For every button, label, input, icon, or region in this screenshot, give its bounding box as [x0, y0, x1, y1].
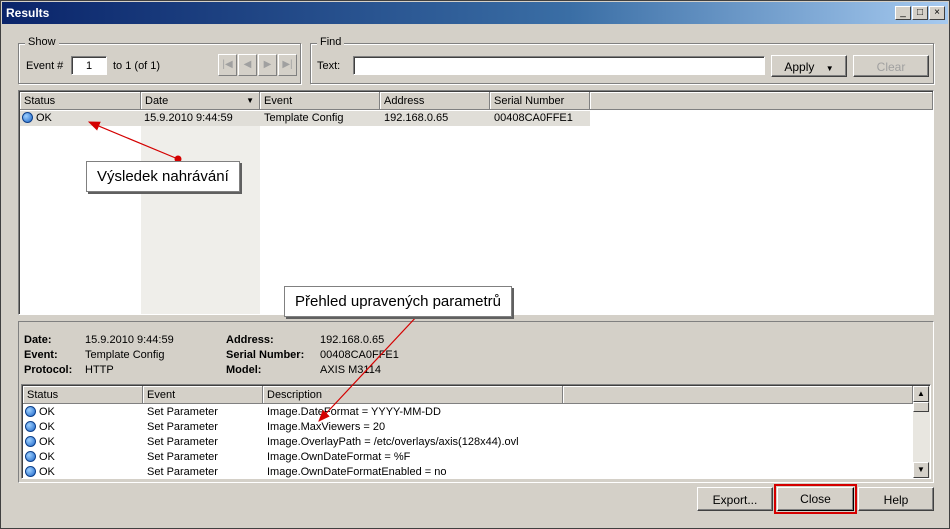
- callout-params-overview: Přehled upravených parametrů: [284, 286, 512, 317]
- callout-arrow-params: [318, 314, 419, 422]
- annotation-arrows: [87, 121, 422, 422]
- callout-arrow-upload: [87, 121, 179, 160]
- callout-upload-result: Výsledek nahrávání: [86, 161, 240, 192]
- results-window: Results _ □ × Show Event # to 1 (of 1) |…: [0, 0, 950, 529]
